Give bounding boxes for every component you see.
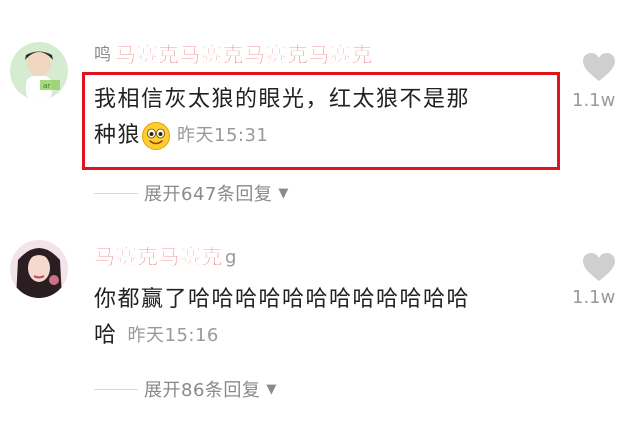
username-row[interactable]: 马赛克马赛克 g [94, 244, 237, 270]
username-row[interactable]: 鸣 马赛克马赛克马赛克马赛克 [94, 42, 373, 68]
username-mosaic: 马赛克马赛克 [94, 245, 223, 270]
svg-text:ar: ar [43, 82, 50, 90]
divider-line [94, 192, 138, 194]
expand-replies-label: 展开86条回复 [144, 380, 261, 401]
comment-time: 昨天15:31 [177, 125, 269, 146]
chevron-down-icon: ▼ [266, 381, 277, 397]
expand-replies[interactable]: 展开86条回复 ▼ [94, 376, 276, 402]
comment-text[interactable]: 我相信灰太狼的眼光，红太狼不是那 种狼 昨天15:31 [94, 82, 544, 154]
chevron-down-icon: ▼ [278, 185, 289, 201]
like-button[interactable] [582, 52, 616, 86]
comment-text-line: 你都赢了哈哈哈哈哈哈哈哈哈哈哈哈 [94, 287, 471, 312]
comment-text-line: 哈 [94, 323, 118, 348]
username-mosaic: 马赛克马赛克马赛克马赛克 [115, 43, 373, 68]
divider-line [94, 388, 138, 390]
comment-text-line: 种狼 [94, 123, 142, 148]
username-visible: 鸣 [94, 45, 111, 65]
smiley-emoji-icon [141, 121, 171, 151]
comment-text-line: 我相信灰太狼的眼光，红太狼不是那 [94, 87, 471, 112]
avatar[interactable] [10, 240, 68, 298]
expand-replies-label: 展开647条回复 [144, 184, 273, 205]
like-count: 1.1w [572, 287, 616, 308]
heart-icon [583, 53, 615, 81]
comment-text[interactable]: 你都赢了哈哈哈哈哈哈哈哈哈哈哈哈 哈 昨天15:16 [94, 282, 554, 354]
like-button[interactable] [582, 252, 616, 286]
username-visible: g [225, 246, 237, 268]
avatar[interactable]: ar [10, 42, 68, 100]
heart-icon [583, 253, 615, 281]
expand-replies[interactable]: 展开647条回复 ▼ [94, 180, 288, 206]
like-count: 1.1w [572, 90, 616, 111]
comment-time: 昨天15:16 [127, 325, 219, 346]
